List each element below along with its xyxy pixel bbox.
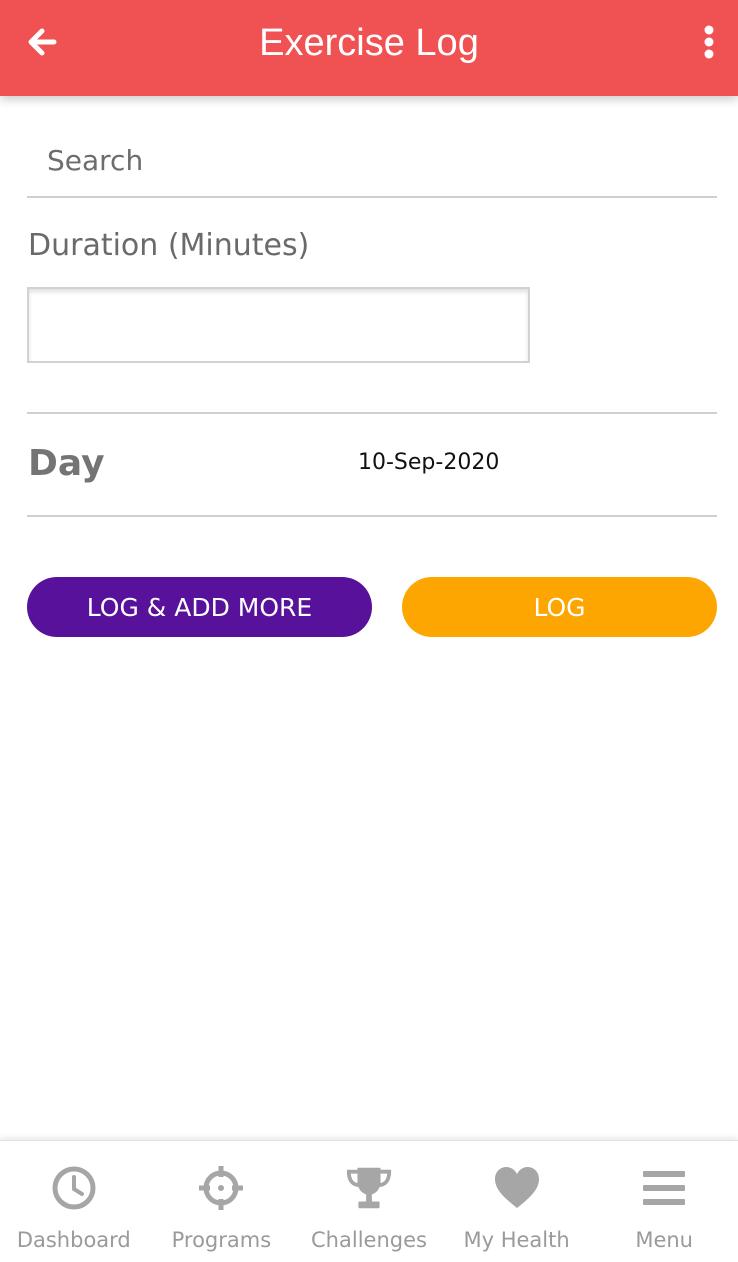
log-and-add-more-button[interactable]: LOG & ADD MORE — [27, 577, 372, 637]
app-header: Exercise Log — [0, 0, 738, 96]
nav-label: My Health — [463, 1228, 570, 1252]
duration-label: Duration (Minutes) — [28, 228, 310, 263]
nav-label: Programs — [171, 1228, 272, 1252]
nav-item-dashboard[interactable]: Dashboard — [0, 1141, 148, 1262]
nav-item-challenges[interactable]: Challenges — [295, 1141, 443, 1262]
divider — [27, 412, 717, 414]
bottom-navigation: Dashboard Programs Challenges My Health … — [0, 1140, 738, 1262]
nav-label: Dashboard — [16, 1228, 131, 1252]
day-label: Day — [28, 443, 105, 484]
more-vertical-icon — [704, 25, 714, 59]
crosshair-icon — [199, 1166, 244, 1210]
log-button[interactable]: LOG — [402, 577, 717, 637]
page-title: Exercise Log — [259, 22, 479, 64]
nav-item-programs[interactable]: Programs — [148, 1141, 296, 1262]
day-date-picker[interactable]: 10-Sep-2020 — [358, 450, 499, 475]
menu-icon — [643, 1171, 686, 1205]
trophy-icon — [346, 1167, 392, 1209]
duration-input[interactable] — [27, 287, 530, 363]
heart-icon — [494, 1167, 539, 1208]
nav-item-my-health[interactable]: My Health — [443, 1141, 591, 1262]
nav-item-menu[interactable]: Menu — [590, 1141, 738, 1262]
search-input[interactable] — [27, 124, 717, 198]
divider — [27, 515, 717, 517]
more-options-button[interactable] — [694, 20, 724, 64]
clock-icon — [52, 1166, 96, 1210]
nav-label: Challenges — [311, 1228, 427, 1252]
nav-label: Menu — [635, 1228, 693, 1252]
